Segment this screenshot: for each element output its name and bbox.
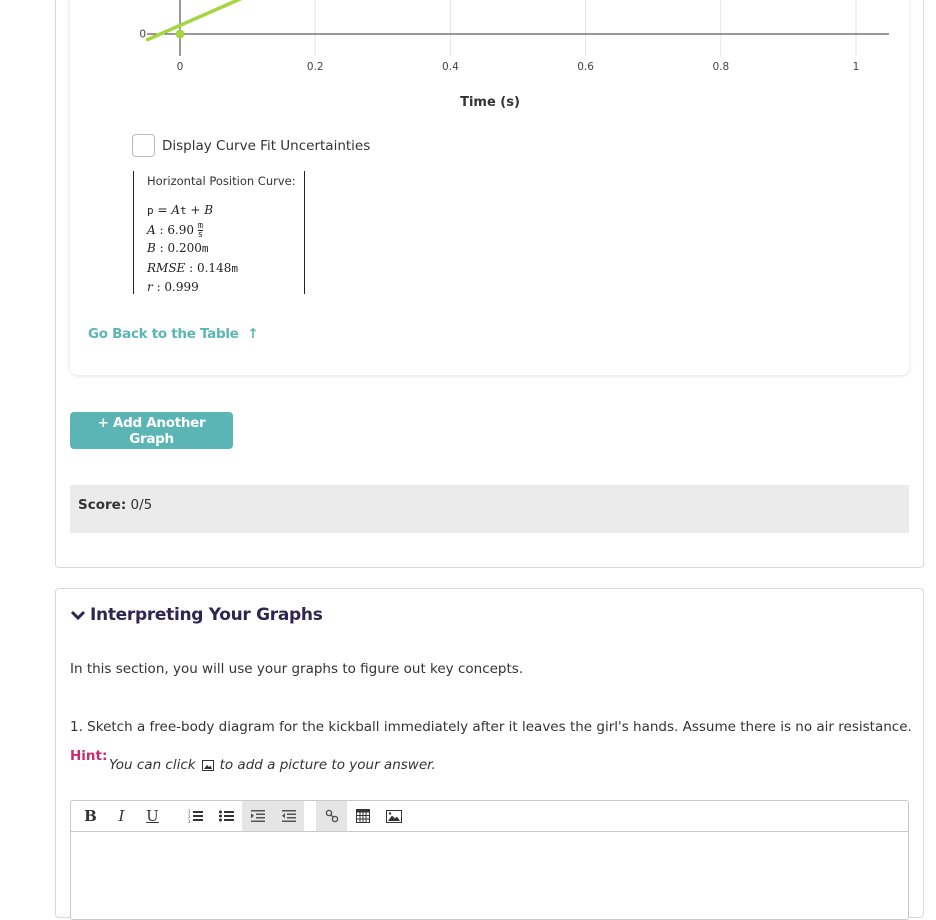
- indent-button[interactable]: [242, 801, 273, 831]
- x-tick-label: 0.4: [442, 61, 459, 73]
- link-icon: [325, 809, 338, 823]
- position-time-chart: 0 0.2 0.4 0.6 0.8 1 0: [139, 0, 889, 73]
- param-b-unit: m: [201, 242, 209, 255]
- bullet-list-button[interactable]: [211, 801, 242, 831]
- param-a-unit: ms: [197, 221, 204, 240]
- italic-button[interactable]: I: [106, 801, 137, 831]
- image-icon: [385, 809, 402, 823]
- arrow-up-icon: ↑: [242, 326, 259, 342]
- fit-param-a: A : 6.90 ms: [147, 220, 204, 240]
- uncertainty-checkbox[interactable]: [132, 134, 155, 157]
- outdent-button[interactable]: [273, 801, 304, 831]
- add-another-graph-button[interactable]: + Add Another Graph: [70, 412, 233, 449]
- section-title[interactable]: Interpreting Your Graphs: [90, 605, 323, 625]
- x-tick-label: 0: [177, 61, 184, 73]
- chevron-down-icon[interactable]: [70, 609, 86, 621]
- indent-icon: [250, 810, 265, 822]
- param-a-label: A: [147, 222, 156, 237]
- editor-toolbar: B I U 1 2 3: [71, 801, 908, 832]
- go-back-to-table-link[interactable]: Go Back to the Table ↑: [88, 326, 259, 342]
- section-intro: In this section, you will use your graph…: [70, 661, 524, 677]
- param-b-label: B: [147, 241, 156, 255]
- hint-text-before: You can click: [109, 757, 196, 773]
- fit-param-b: B : 0.200m: [147, 241, 209, 255]
- fit-rmse: RMSE : 0.148m: [147, 260, 238, 275]
- curve-fit-box: Horizontal Position Curve: p = At + B A …: [133, 171, 305, 294]
- fit-equation: p = At + B: [147, 203, 214, 217]
- ordered-list-button[interactable]: 1 2 3: [180, 801, 211, 831]
- score-label: Score:: [78, 497, 127, 513]
- fit-r: r : 0.999: [147, 280, 199, 294]
- x-tick-label: 0.8: [712, 61, 729, 73]
- rmse-value: 0.148: [196, 260, 232, 275]
- param-b-value: 0.200: [167, 241, 202, 255]
- outdent-icon: [281, 810, 296, 822]
- ordered-list-icon: 1 2 3: [188, 809, 203, 823]
- uncertainty-checkbox-row[interactable]: Display Curve Fit Uncertainties: [132, 134, 370, 157]
- insert-image-button[interactable]: [378, 801, 409, 831]
- hint-text-after: to add a picture to your answer.: [219, 757, 436, 773]
- r-label: r: [147, 280, 153, 294]
- curve-fit-title: Horizontal Position Curve:: [147, 174, 296, 188]
- table-icon: [355, 809, 370, 823]
- question-1-text: 1. Sketch a free-body diagram for the ki…: [70, 719, 912, 735]
- editor-text-area[interactable]: [71, 832, 908, 920]
- x-tick-label: 1: [853, 61, 860, 73]
- answer-editor[interactable]: B I U 1 2 3: [70, 800, 909, 920]
- table-button[interactable]: [347, 801, 378, 831]
- image-icon: [201, 759, 214, 771]
- hint-text: You can click to add a picture to your a…: [109, 757, 436, 773]
- r-value: 0.999: [164, 280, 199, 294]
- hint-label: Hint:: [70, 748, 108, 764]
- x-tick-label: 0.2: [307, 61, 324, 73]
- unit-denominator: s: [197, 229, 204, 240]
- svg-text:3: 3: [188, 819, 191, 823]
- section-header[interactable]: Interpreting Your Graphs: [70, 605, 323, 625]
- underline-button[interactable]: U: [137, 801, 168, 831]
- x-tick-label: 0.6: [577, 61, 594, 73]
- x-axis-label: Time (s): [460, 95, 520, 110]
- bullet-list-icon: [218, 810, 234, 822]
- y-tick-label: 0: [139, 29, 146, 41]
- score-value: 0/5: [130, 497, 153, 513]
- data-point: [175, 29, 185, 39]
- rmse-label: RMSE: [147, 260, 186, 275]
- uncertainty-checkbox-label[interactable]: Display Curve Fit Uncertainties: [162, 138, 370, 154]
- rmse-unit: m: [231, 261, 238, 275]
- go-back-label[interactable]: Go Back to the Table: [88, 326, 239, 342]
- link-button[interactable]: [316, 801, 347, 831]
- param-a-value: 6.90: [167, 222, 195, 237]
- score-bar: Score: 0/5: [70, 485, 909, 533]
- bold-button[interactable]: B: [75, 801, 106, 831]
